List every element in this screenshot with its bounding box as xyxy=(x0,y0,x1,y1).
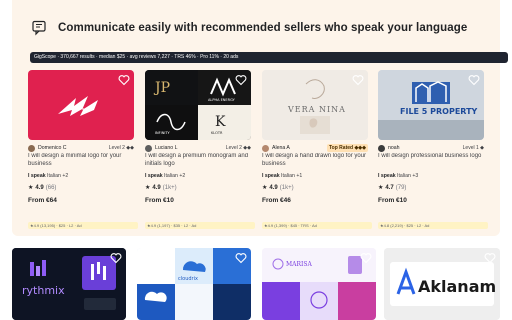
gig-cards-row: Domenico C Level 2 ◆◆ I will design a mi… xyxy=(28,70,500,230)
section-header: Communicate easily with recommended sell… xyxy=(32,20,467,36)
gig-price: From €10 xyxy=(145,197,174,204)
gigscope-meta-badge: ★4.9 (1,197) · $35 · L2 · Ad xyxy=(145,222,255,229)
gig-title[interactable]: I will design professional business logo xyxy=(378,153,484,169)
seller-info: Alena A Top Rated ◆◆◆ xyxy=(262,143,368,153)
review-count: (79) xyxy=(395,184,407,191)
avatar[interactable] xyxy=(145,144,152,152)
seller-level-badge: Top Rated ◆◆◆ xyxy=(327,144,368,152)
logo-text: FILE 5 PROPERTY xyxy=(400,107,478,116)
chat-translate-icon xyxy=(32,20,46,36)
more-gigs-row: rythmix cloudrix MARISA Aklanam xyxy=(12,248,500,320)
gig-title[interactable]: I will design a minimal logo for your bu… xyxy=(28,153,134,169)
avatar[interactable] xyxy=(262,144,269,152)
seller-name[interactable]: Alena A xyxy=(272,145,327,151)
gig-thumbnail[interactable]: rythmix xyxy=(12,248,126,320)
seller-level-badge: Level 2 ◆◆ xyxy=(108,145,134,151)
favorite-heart-icon[interactable] xyxy=(235,252,247,264)
gig-rating: ★ 4.9 (1k+) xyxy=(145,184,177,192)
favorite-heart-icon[interactable] xyxy=(360,252,372,264)
star-icon: ★ xyxy=(145,185,151,191)
logo-text: VERA NINA xyxy=(287,105,346,114)
gigscope-meta-badge: ★4.8 (2,219) · $25 · L2 · Ad xyxy=(378,222,488,229)
star-icon: ★ xyxy=(262,185,268,191)
speaks-label: I speak xyxy=(28,173,46,179)
logo-text: JP xyxy=(153,80,170,96)
gigscope-stats-bar: GigScope · 370,667 results · median $25 … xyxy=(30,52,508,63)
gig-thumbnail[interactable] xyxy=(28,70,134,140)
avatar[interactable] xyxy=(378,144,385,152)
gigscope-meta-badge: ★4.9 (1,399) · $45 · TRS · Ad xyxy=(262,222,372,229)
rating-value: 4.9 xyxy=(152,184,161,191)
logo-preview-image: cloudrix xyxy=(137,248,251,320)
logo-preview-image: rythmix xyxy=(12,248,126,320)
seller-name[interactable]: Luciano L xyxy=(155,145,226,151)
logo-text: KLOTR xyxy=(211,131,223,135)
logo-preview-image: MARISA xyxy=(262,248,376,320)
section-title: Communicate easily with recommended sell… xyxy=(58,22,468,34)
brand-text: MARISA xyxy=(286,261,312,268)
gig-price: From €10 xyxy=(378,197,407,204)
seller-name[interactable]: noah xyxy=(388,145,463,151)
seller-language: I speak Italian +2 xyxy=(28,173,68,179)
seller-name[interactable]: Domenico C xyxy=(38,145,109,151)
favorite-heart-icon[interactable] xyxy=(484,252,496,264)
seller-level-badge: Level 1 ◆ xyxy=(462,145,484,151)
gig-price: From €64 xyxy=(28,197,57,204)
brand-text: Aklanam xyxy=(418,277,496,296)
favorite-heart-icon[interactable] xyxy=(468,74,480,86)
star-icon: ★ xyxy=(378,185,384,191)
favorite-heart-icon[interactable] xyxy=(110,252,122,264)
seller-level-badge: Level 2 ◆◆ xyxy=(225,145,251,151)
seller-info: noah Level 1 ◆ xyxy=(378,143,484,153)
gig-thumbnail[interactable]: FILE 5 PROPERTY xyxy=(378,70,484,140)
seller-language: I speak Italian +1 xyxy=(262,173,302,179)
rating-value: 4.9 xyxy=(269,184,278,191)
language-value: Italian +3 xyxy=(397,173,419,179)
gig-thumbnail[interactable]: VERA NINA xyxy=(262,70,368,140)
gig-price: From €46 xyxy=(262,197,291,204)
logo-preview-image: Aklanam xyxy=(384,248,500,320)
seller-language: I speak Italian +2 xyxy=(145,173,185,179)
speaks-label: I speak xyxy=(145,173,163,179)
review-count: (66) xyxy=(45,184,57,191)
brand-text: cloudrix xyxy=(178,276,198,282)
gig-card[interactable]: JP ALPHA ENERGY INFINITY K KLOTR Luciano… xyxy=(145,70,255,230)
seller-language: I speak Italian +3 xyxy=(378,173,418,179)
logo-text: ALPHA ENERGY xyxy=(208,98,236,102)
speaks-label: I speak xyxy=(262,173,280,179)
gig-thumbnail[interactable]: MARISA xyxy=(262,248,376,320)
gig-card[interactable]: VERA NINA Alena A Top Rated ◆◆◆ I will d… xyxy=(262,70,372,230)
logo-text: INFINITY xyxy=(155,131,170,135)
language-value: Italian +1 xyxy=(281,173,303,179)
favorite-heart-icon[interactable] xyxy=(118,74,130,86)
rating-value: 4.9 xyxy=(35,184,44,191)
brand-text: rythmix xyxy=(22,284,65,297)
seller-info: Domenico C Level 2 ◆◆ xyxy=(28,143,134,153)
gig-card[interactable]: FILE 5 PROPERTY noah Level 1 ◆ I will de… xyxy=(378,70,488,230)
gig-title[interactable]: I will design a premium monogram and ini… xyxy=(145,153,251,169)
gig-title[interactable]: I will design a hand drawn logo for your… xyxy=(262,153,368,169)
language-value: Italian +2 xyxy=(164,173,186,179)
favorite-heart-icon[interactable] xyxy=(235,74,247,86)
gig-rating: ★ 4.9 (66) xyxy=(28,184,57,192)
avatar[interactable] xyxy=(28,144,35,152)
review-count: (1k+) xyxy=(279,184,294,191)
language-value: Italian +2 xyxy=(47,173,69,179)
gig-rating: ★ 4.7 (79) xyxy=(378,184,407,192)
seller-info: Luciano L Level 2 ◆◆ xyxy=(145,143,251,153)
gigscope-meta-badge: ★4.9 (13,195) · $25 · L2 · Ad xyxy=(28,222,138,229)
favorite-heart-icon[interactable] xyxy=(352,74,364,86)
gig-thumbnail[interactable]: JP ALPHA ENERGY INFINITY K KLOTR xyxy=(145,70,251,140)
star-icon: ★ xyxy=(28,185,34,191)
review-count: (1k+) xyxy=(162,184,177,191)
gig-card[interactable]: Domenico C Level 2 ◆◆ I will design a mi… xyxy=(28,70,138,230)
gig-thumbnail[interactable]: Aklanam xyxy=(384,248,500,320)
gig-thumbnail[interactable]: cloudrix xyxy=(137,248,251,320)
logo-text: K xyxy=(215,114,226,130)
speaks-label: I speak xyxy=(378,173,396,179)
rating-value: 4.7 xyxy=(385,184,394,191)
gig-rating: ★ 4.9 (1k+) xyxy=(262,184,294,192)
